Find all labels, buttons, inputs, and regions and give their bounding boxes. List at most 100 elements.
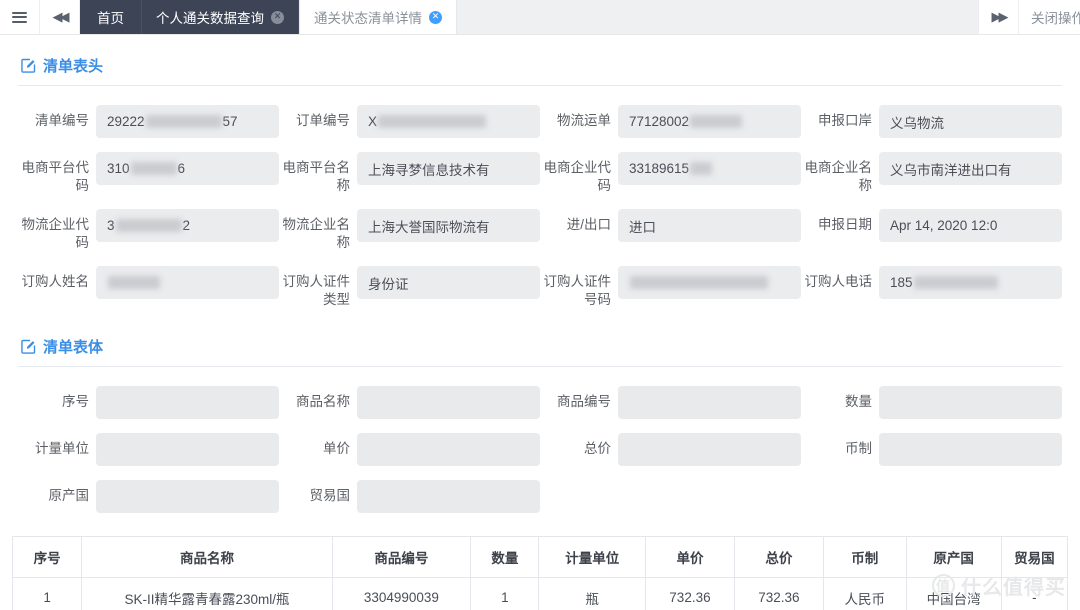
field-value-input[interactable]: 29222 57	[96, 105, 279, 138]
redacted-value	[690, 115, 743, 128]
field-value-text: 义乌市南洋进出口有	[890, 162, 1012, 178]
field-value-input[interactable]: Apr 14, 2020 12:0	[879, 209, 1062, 242]
field-value-input[interactable]	[357, 386, 540, 419]
field-value-input[interactable]	[96, 480, 279, 513]
table-col-header: 商品名称	[81, 536, 333, 578]
redacted-value	[115, 219, 182, 232]
tabs-scroll-left-button[interactable]: ◀◀	[40, 0, 80, 34]
table-col-header: 总价	[733, 536, 824, 578]
section-title-text: 清单表体	[43, 339, 104, 356]
table-col-header: 计量单位	[538, 536, 646, 578]
edit-square-icon	[21, 339, 36, 354]
field-value-input[interactable]	[879, 386, 1062, 419]
tab-filler	[457, 0, 978, 34]
tab-bar-right: ▶▶ 关闭操作	[978, 0, 1080, 34]
detail-table-wrap: 序号 商品名称 商品编号 数量 计量单位 单价 总价 币制 原产国 贸易国 1 SK-II精华露青春…	[0, 536, 1080, 610]
table-col-header: 序号	[11, 536, 83, 578]
field-币制: 币制	[801, 426, 1062, 473]
field-value-text: 上海大誉国际物流有	[368, 219, 490, 235]
double-chevron-left-icon: ◀◀	[52, 9, 70, 25]
field-value-text: 进口	[629, 219, 656, 235]
field-label: 进/出口	[566, 217, 611, 232]
page-root: ◀◀ 首页 个人通关数据查询 ✕ 通关状态清单详情 ✕ ▶▶ 关闭操作 清单表头 清单编号…	[0, 0, 1080, 610]
field-单价: 单价	[279, 426, 540, 473]
field-value-input[interactable]: 上海寻梦信息技术有	[357, 152, 540, 185]
field-label: 订购人电话	[804, 274, 873, 289]
field-value-input[interactable]	[618, 266, 801, 299]
redacted-value	[378, 115, 487, 128]
watermark: 值 什么值得买	[932, 571, 1066, 600]
field-贸易国: 贸易国	[279, 473, 540, 520]
field-label: 电商平台名称	[282, 160, 351, 193]
field-数量: 数量	[801, 379, 1062, 426]
field-电商企业代码: 电商企业代码 33189615	[540, 145, 801, 202]
section-fields-0: 清单编号 29222 57 订单编号 X 物流运单 77128002 申报口岸 义乌物流 电商平台…	[18, 90, 1062, 316]
redacted-value	[145, 115, 222, 128]
tab-1[interactable]: 个人通关数据查询 ✕	[142, 0, 299, 34]
field-value-input[interactable]: 义乌物流	[879, 105, 1062, 138]
redacted-value	[130, 162, 177, 175]
field-商品名称: 商品名称	[279, 379, 540, 426]
section-title-1: 清单表体	[18, 316, 1062, 366]
field-清单编号: 清单编号 29222 57	[18, 98, 279, 145]
field-value-input[interactable]	[96, 433, 279, 466]
detail-table-head: 序号 商品名称 商品编号 数量 计量单位 单价 总价 币制 原产国 贸易国	[11, 536, 1069, 578]
field-value-input[interactable]: 上海大誉国际物流有	[357, 209, 540, 242]
field-label: 币制	[845, 441, 872, 456]
table-cell: 732.36	[644, 577, 735, 610]
field-label: 物流企业代码	[21, 217, 90, 250]
field-value-input[interactable]: 185	[879, 266, 1062, 299]
field-value-input[interactable]: 义乌市南洋进出口有	[879, 152, 1062, 185]
double-chevron-right-icon: ▶▶	[991, 9, 1009, 25]
table-col-header: 数量	[470, 536, 540, 578]
table-col-header: 商品编号	[331, 536, 472, 578]
table-row[interactable]: 1 SK-II精华露青春露230ml/瓶 3304990039 1 瓶 732.36 732…	[11, 577, 1069, 610]
field-label: 物流运单	[557, 113, 611, 128]
field-订购人姓名: 订购人姓名	[18, 259, 279, 316]
tab-close-icon[interactable]: ✕	[271, 10, 284, 24]
section-fields-1: 序号 商品名称 商品编号 数量 计量单位 单价 总价 币制 原产国 贸易国	[18, 371, 1062, 520]
field-value-input[interactable]	[879, 433, 1062, 466]
field-value-text: 77128002	[629, 114, 690, 129]
field-订购人电话: 订购人电话 185	[801, 259, 1062, 316]
field-label: 电商企业代码	[543, 160, 612, 193]
field-value-input[interactable]	[618, 386, 801, 419]
field-value-input[interactable]: 进口	[618, 209, 801, 242]
field-value-input[interactable]: 32	[96, 209, 279, 242]
field-value-text: 185	[890, 275, 913, 290]
table-cell: 人民币	[822, 577, 907, 610]
field-电商企业名称: 电商企业名称 义乌市南洋进出口有	[801, 145, 1062, 202]
watermark-logo-icon: 值	[932, 574, 955, 597]
field-value-input[interactable]	[618, 433, 801, 466]
field-value-input[interactable]	[357, 480, 540, 513]
field-value-input[interactable]	[96, 386, 279, 419]
tab-0[interactable]: 首页	[80, 0, 142, 34]
redacted-value	[108, 276, 160, 289]
section-divider	[18, 85, 1062, 86]
menu-toggle-button[interactable]	[0, 0, 40, 34]
field-序号: 序号	[18, 379, 279, 426]
table-cell: 3304990039	[331, 577, 472, 610]
tab-label: 首页	[97, 11, 124, 26]
tab-2[interactable]: 通关状态清单详情 ✕	[299, 0, 457, 34]
field-label: 申报口岸	[818, 113, 872, 128]
field-value-text: X	[368, 114, 378, 129]
field-value-input[interactable]: X	[357, 105, 540, 138]
field-label: 物流企业名称	[282, 217, 351, 250]
field-物流企业名称: 物流企业名称 上海大誉国际物流有	[279, 202, 540, 259]
field-value-text: 身份证	[368, 276, 409, 292]
field-value-input[interactable]: 310 6	[96, 152, 279, 185]
field-label: 电商平台代码	[21, 160, 90, 193]
field-value-input[interactable]: 77128002	[618, 105, 801, 138]
tabs-scroll-right-button[interactable]: ▶▶	[978, 0, 1018, 34]
field-物流企业代码: 物流企业代码 3 2	[18, 202, 279, 259]
tab-close-icon[interactable]: ✕	[429, 10, 442, 24]
field-value-input[interactable]	[357, 433, 540, 466]
close-operations-button[interactable]: 关闭操作	[1018, 0, 1080, 34]
field-订购人证件号码: 订购人证件号码	[540, 259, 801, 316]
field-value-text: 3	[107, 218, 115, 233]
field-value-input[interactable]	[96, 266, 279, 299]
field-value-input[interactable]: 身份证	[357, 266, 540, 299]
field-物流运单: 物流运单 77128002	[540, 98, 801, 145]
field-value-input[interactable]: 33189615	[618, 152, 801, 185]
